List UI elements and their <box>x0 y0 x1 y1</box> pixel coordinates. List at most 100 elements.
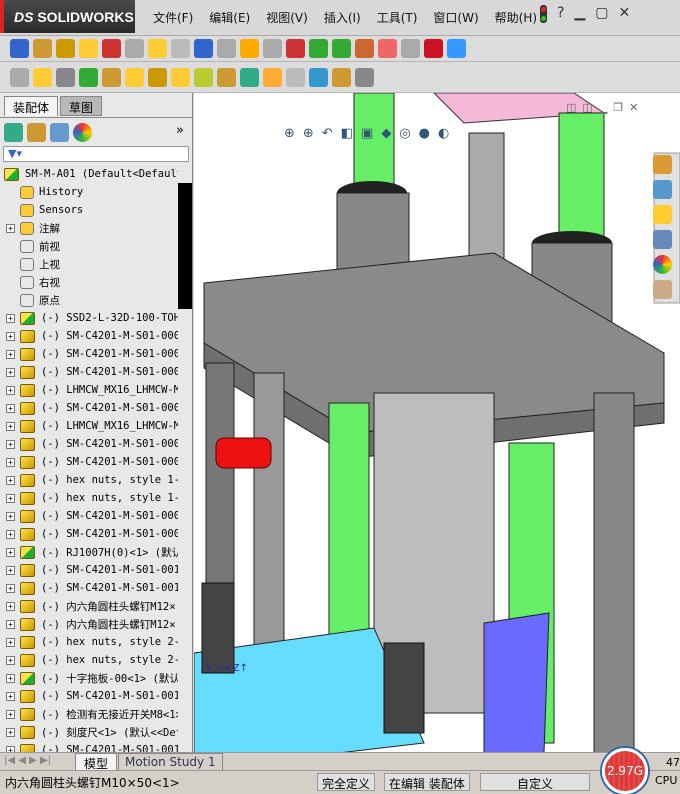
toolbar-tool-icon-6[interactable] <box>125 67 144 87</box>
toolbar-tool-icon-13[interactable] <box>286 67 305 87</box>
toolbar-tool-icon-5[interactable] <box>102 39 121 58</box>
toolbar-tool-icon-12[interactable] <box>263 67 282 87</box>
expand-icon[interactable]: + <box>6 529 15 539</box>
expand-icon[interactable]: + <box>6 439 15 449</box>
zoom-to-fit-icon[interactable]: ⊕ <box>284 126 295 141</box>
menu-edit[interactable]: 编辑(E) <box>201 9 258 26</box>
property-manager-icon[interactable] <box>27 123 46 142</box>
appearances-tab-icon[interactable] <box>653 255 672 274</box>
toolbar-tool-icon-1[interactable] <box>10 39 29 58</box>
tree-item[interactable]: Sensors <box>0 201 178 219</box>
menu-window[interactable]: 窗口(W) <box>425 9 486 26</box>
toolbar-tool-icon-14[interactable] <box>309 39 328 58</box>
tree-component[interactable]: + (-) LHMCW_MX16_LHMCW-MX16 <box>0 417 178 435</box>
tree-component[interactable]: + (-) hex nuts, style 1-gr <box>0 489 178 507</box>
toolbar-tool-icon-2[interactable] <box>33 39 52 58</box>
toolbar-tool-icon-10[interactable] <box>217 39 236 58</box>
tree-component[interactable]: + (-) SM-C4201-M-S01-0006<1 <box>0 345 178 363</box>
design-library-tab-icon[interactable] <box>653 180 672 199</box>
tree-component[interactable]: + (-) SM-C4201-M-S01-0004<1 <box>0 399 178 417</box>
split-right-icon[interactable]: ◫ <box>582 101 592 114</box>
expand-chevron-icon[interactable]: » <box>176 123 184 138</box>
tree-component[interactable]: + (-) SM-C4201-M-S01-0004<2 <box>0 435 178 453</box>
toolbar-tool-icon-7[interactable] <box>148 39 167 58</box>
restore-button[interactable]: ▢ <box>595 5 608 23</box>
expand-icon[interactable]: + <box>6 367 15 377</box>
tree-component[interactable]: + (-) hex nuts, style 1-gr <box>0 471 178 489</box>
tree-component[interactable]: + (-) 十字拖板-00<1> (默认< <box>0 669 178 687</box>
tree-item[interactable]: 原点 <box>0 291 178 309</box>
tree-component[interactable]: + (-) SM-C4201-M-S01-0009<1 <box>0 525 178 543</box>
toolbar-tool-icon-9[interactable] <box>194 39 213 58</box>
toolbar-tool-icon-16[interactable] <box>355 39 374 58</box>
toolbar-tool-icon-15[interactable] <box>332 67 351 87</box>
tree-component[interactable]: + (-) 内六角圆柱头螺钉M12× <box>0 615 178 633</box>
tree-component[interactable]: + (-) SM-C4201-M-S01-0003<1 <box>0 363 178 381</box>
configuration-manager-icon[interactable] <box>50 123 69 142</box>
toolbar-tool-icon-19[interactable] <box>424 39 443 58</box>
section-view-icon[interactable]: ◧ <box>341 126 353 141</box>
menu-insert[interactable]: 插入(I) <box>316 9 369 26</box>
toolbar-tool-icon-13[interactable] <box>286 39 305 58</box>
toolbar-tool-icon-20[interactable] <box>447 39 466 58</box>
toolbar-tool-icon-7[interactable] <box>148 67 167 87</box>
toolbar-tool-icon-5[interactable] <box>102 67 121 87</box>
tree-component[interactable]: + (-) SM-C4201-M-S01-0016<1 <box>0 687 178 705</box>
split-left-icon[interactable]: ◫ <box>566 101 576 114</box>
tree-component[interactable]: + (-) SSD2-L-32D-100-TOH3-B <box>0 309 178 327</box>
hide-show-icon[interactable]: ◎ <box>399 126 410 141</box>
toolbar-tool-icon-4[interactable] <box>79 67 98 87</box>
expand-icon[interactable]: + <box>6 673 15 683</box>
view-palette-tab-icon[interactable] <box>653 230 672 249</box>
tree-component[interactable]: + (-) 刻度尺<1> (默认<<Def <box>0 723 178 741</box>
resources-tab-icon[interactable] <box>653 155 672 174</box>
previous-view-icon[interactable]: ↶ <box>322 126 333 141</box>
tree-component[interactable]: + (-) SM-C4201-M-S01-0008<1 <box>0 453 178 471</box>
expand-icon[interactable]: + <box>6 421 15 431</box>
tree-component[interactable]: + (-) SM-C4201-M-S01-0008<2 <box>0 507 178 525</box>
tree-root-assembly[interactable]: SM-M-A01 (Default<Default_D <box>0 165 178 183</box>
tree-component[interactable]: + (-) LHMCW_MX16_LHMCW-MX16 <box>0 381 178 399</box>
toolbar-tool-icon-9[interactable] <box>194 67 213 87</box>
expand-icon[interactable]: + <box>6 619 15 629</box>
menu-help[interactable]: 帮助(H) <box>487 9 545 26</box>
viewport-minimize-icon[interactable]: ▁ <box>599 101 607 114</box>
menu-file[interactable]: 文件(F) <box>145 9 201 26</box>
custom-properties-tab-icon[interactable] <box>653 280 672 299</box>
display-manager-icon[interactable] <box>73 123 92 142</box>
toolbar-tool-icon-14[interactable] <box>309 67 328 87</box>
toolbar-tool-icon-18[interactable] <box>401 39 420 58</box>
menu-tools[interactable]: 工具(T) <box>369 9 426 26</box>
expand-icon[interactable]: + <box>6 403 15 413</box>
toolbar-tool-icon-15[interactable] <box>332 39 351 58</box>
tree-component[interactable]: + (-) SM-C4201-M-S01-0011<1 <box>0 579 178 597</box>
expand-icon[interactable]: + <box>6 349 15 359</box>
tree-component[interactable]: + (-) 检测有无接近开关M8<1> <box>0 705 178 723</box>
toolbar-tool-icon-6[interactable] <box>125 39 144 58</box>
tree-item[interactable]: 前视 <box>0 237 178 255</box>
tab-assembly[interactable]: 装配体 <box>4 96 59 116</box>
tree-item[interactable]: History <box>0 183 178 201</box>
file-explorer-tab-icon[interactable] <box>653 205 672 224</box>
toolbar-tool-icon-2[interactable] <box>33 67 52 87</box>
toolbar-tool-icon-4[interactable] <box>79 39 98 58</box>
scene-icon[interactable]: ◐ <box>438 126 449 141</box>
status-units[interactable]: 自定义 <box>480 773 590 791</box>
close-button[interactable]: ✕ <box>618 5 630 23</box>
expand-icon[interactable]: + <box>6 313 15 323</box>
view-orientation-icon[interactable]: ▣ <box>361 126 373 141</box>
toolbar-tool-icon-8[interactable] <box>171 39 190 58</box>
help-button[interactable]: ? <box>557 5 564 23</box>
tree-scrollbar-region[interactable] <box>178 183 192 309</box>
tree-component[interactable]: + (-) hex nuts, style 2-gr <box>0 651 178 669</box>
expand-icon[interactable]: + <box>6 511 15 521</box>
filter-input[interactable]: ▼▾ <box>3 146 189 162</box>
tree-component[interactable]: + (-) hex nuts, style 2-gr <box>0 633 178 651</box>
toolbar-tool-icon-3[interactable] <box>56 67 75 87</box>
tree-component[interactable]: + (-) SM-C4201-M-S01-0002<1 <box>0 327 178 345</box>
tree-item[interactable]: 右视 <box>0 273 178 291</box>
viewport-close-icon[interactable]: ✕ <box>629 101 638 114</box>
tab-sketch[interactable]: 草图 <box>60 96 103 116</box>
expand-icon[interactable]: + <box>6 637 15 647</box>
tree-item[interactable]: 上视 <box>0 255 178 273</box>
